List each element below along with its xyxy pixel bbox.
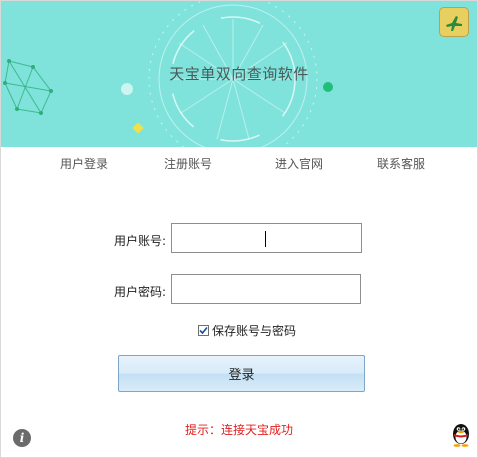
remember-label: 保存账号与密码 [212,324,297,338]
password-input[interactable] [171,274,361,304]
header-banner: 天宝单双向查询软件 [1,1,477,147]
corner-plane-button[interactable] [439,7,469,37]
login-window: 天宝单双向查询软件 用户登录 注册账号 进入官网 联系客服 用户账号: 用户密码… [0,0,478,458]
status-message: 提示：连接天宝成功 [184,423,293,437]
info-icon[interactable]: i [13,429,31,447]
check-icon [199,326,208,335]
login-button-label: 登录 [228,368,255,383]
remember-option[interactable]: 保存账号与密码 [198,322,296,339]
qq-penguin-icon[interactable] [449,421,473,447]
login-button[interactable]: 登录 [118,355,365,392]
app-title: 天宝单双向查询软件 [169,65,309,83]
nav-item-official-site[interactable]: 进入官网 [275,155,323,172]
account-input[interactable] [171,223,362,253]
nav-item-customer-service[interactable]: 联系客服 [377,155,425,172]
text-caret [265,231,266,247]
remember-checkbox[interactable] [198,325,209,336]
account-label: 用户账号: [113,234,166,248]
plane-icon [446,16,462,31]
password-label: 用户密码: [113,285,166,299]
top-nav: 用户登录 注册账号 进入官网 联系客服 [1,147,477,179]
nav-item-register[interactable]: 注册账号 [164,155,212,172]
nav-item-user-login[interactable]: 用户登录 [60,155,108,172]
